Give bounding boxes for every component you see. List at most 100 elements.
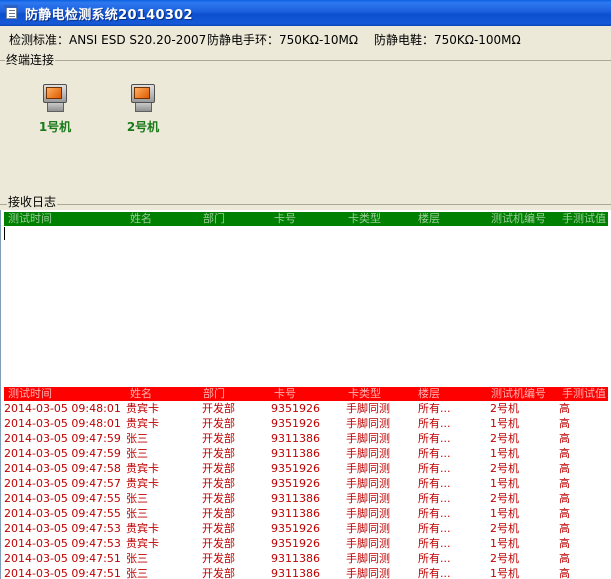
log-cell: 高 — [559, 492, 570, 505]
column-header[interactable]: 卡号 — [270, 212, 344, 226]
log-cell: 开发部 — [202, 432, 235, 445]
log-cell: 9311386 — [271, 492, 320, 505]
log-row[interactable]: 2014-03-05 09:47:53 贵宾卡 开发部 9351926 手脚同测 所有..… — [4, 536, 608, 551]
log-row[interactable]: 2014-03-05 09:47:51 张三 开发部 9311386 手脚同测 所有...… — [4, 551, 608, 566]
column-header[interactable]: 手测试值 — [558, 387, 608, 401]
log-row[interactable]: 2014-03-05 09:47:55 张三 开发部 9311386 手脚同测 所有...… — [4, 506, 608, 521]
column-header[interactable]: 卡号 — [270, 387, 344, 401]
window-title: 防静电检测系统20140302 — [25, 7, 193, 23]
log-cell: 所有... — [418, 462, 451, 475]
log-cell: 张三 — [126, 552, 148, 565]
log-cell: 所有... — [418, 492, 451, 505]
shoe-range-text: 防静电鞋：750KΩ-100MΩ — [374, 32, 521, 47]
log-cell: 9351926 — [271, 522, 320, 535]
log-cell: 9351926 — [271, 477, 320, 490]
log-row[interactable]: 2014-03-05 09:47:57 贵宾卡 开发部 9351926 手脚同测 所有..… — [4, 476, 608, 491]
log-row[interactable]: 2014-03-05 09:47:53 贵宾卡 开发部 9351926 手脚同测 所有..… — [4, 521, 608, 536]
log-cell: 2号机 — [490, 402, 519, 415]
log-group-label: 接收日志 — [7, 195, 58, 209]
column-header[interactable]: 卡类型 — [344, 387, 414, 401]
text-cursor — [4, 227, 5, 240]
column-header[interactable]: 楼层 — [414, 212, 487, 226]
column-header[interactable]: 测试时间 — [4, 387, 126, 401]
log-cell: 张三 — [126, 432, 148, 445]
column-header[interactable]: 测试时间 — [4, 212, 126, 226]
log-cell: 2014-03-05 09:48:01 — [4, 417, 121, 430]
log-cell: 高 — [559, 567, 570, 579]
log-cell: 贵宾卡 — [126, 402, 159, 415]
log-cell: 高 — [559, 447, 570, 460]
log-cell: 1号机 — [490, 477, 519, 490]
log-cell: 9311386 — [271, 507, 320, 520]
log-cell: 手脚同测 — [346, 507, 390, 520]
log-cell: 开发部 — [202, 492, 235, 505]
log-cell: 9351926 — [271, 462, 320, 475]
log-cell: 2014-03-05 09:47:59 — [4, 447, 121, 460]
log-row[interactable]: 2014-03-05 09:47:58 贵宾卡 开发部 9351926 手脚同测 所有..… — [4, 461, 608, 476]
result-log-list[interactable]: 2014-03-05 09:48:01 贵宾卡 开发部 9351926 手脚同测 所有..… — [4, 401, 608, 579]
column-header[interactable]: 部门 — [199, 387, 270, 401]
log-cell: 手脚同测 — [346, 402, 390, 415]
pending-log-header: 测试时间 姓名 部门 卡号 卡类型 楼层 测试机编号 手测试值 — [4, 212, 608, 226]
log-cell: 所有... — [418, 522, 451, 535]
log-cell: 2号机 — [490, 432, 519, 445]
log-cell: 2014-03-05 09:47:51 — [4, 567, 121, 579]
terminal-group: 1号机 2号机 — [0, 60, 611, 192]
log-cell: 2014-03-05 09:47:58 — [4, 462, 121, 475]
log-cell: 1号机 — [490, 537, 519, 550]
log-row[interactable]: 2014-03-05 09:47:59 张三 开发部 9311386 手脚同测 所有...… — [4, 431, 608, 446]
column-header[interactable]: 测试机编号 — [487, 387, 558, 401]
terminal-1[interactable]: 1号机 — [30, 82, 80, 135]
computer-icon — [129, 82, 157, 114]
log-cell: 高 — [559, 522, 570, 535]
log-cell: 开发部 — [202, 477, 235, 490]
log-cell: 手脚同测 — [346, 462, 390, 475]
log-panel[interactable]: 测试时间 姓名 部门 卡号 卡类型 楼层 测试机编号 手测试值 测试时间 姓名 … — [0, 210, 611, 579]
log-cell: 张三 — [126, 567, 148, 579]
log-cell: 贵宾卡 — [126, 462, 159, 475]
log-cell: 开发部 — [202, 462, 235, 475]
result-log-header: 测试时间 姓名 部门 卡号 卡类型 楼层 测试机编号 手测试值 — [4, 387, 608, 401]
log-cell: 2014-03-05 09:47:59 — [4, 432, 121, 445]
app-document-icon[interactable] — [4, 5, 20, 21]
column-header[interactable]: 手测试值 — [558, 212, 608, 226]
column-header[interactable]: 楼层 — [414, 387, 487, 401]
log-cell: 9311386 — [271, 432, 320, 445]
log-cell: 手脚同测 — [346, 522, 390, 535]
column-header[interactable]: 姓名 — [126, 212, 199, 226]
log-cell: 所有... — [418, 417, 451, 430]
log-cell: 1号机 — [490, 447, 519, 460]
standards-info-bar: 检测标准：ANSI ESD S20.20-2007 防静电手环：750KΩ-10… — [0, 28, 611, 50]
log-cell: 高 — [559, 432, 570, 445]
log-cell: 所有... — [418, 537, 451, 550]
terminal-2-label: 2号机 — [126, 120, 160, 134]
log-cell: 手脚同测 — [346, 477, 390, 490]
column-header[interactable]: 部门 — [199, 212, 270, 226]
log-cell: 1号机 — [490, 507, 519, 520]
computer-icon — [41, 82, 69, 114]
log-cell: 手脚同测 — [346, 552, 390, 565]
column-header[interactable]: 姓名 — [126, 387, 199, 401]
log-cell: 贵宾卡 — [126, 522, 159, 535]
column-header[interactable]: 卡类型 — [344, 212, 414, 226]
log-cell: 9311386 — [271, 552, 320, 565]
log-cell: 高 — [559, 462, 570, 475]
log-cell: 9311386 — [271, 567, 320, 579]
log-cell: 开发部 — [202, 552, 235, 565]
log-cell: 9311386 — [271, 447, 320, 460]
title-bar[interactable]: 防静电检测系统20140302 — [0, 0, 611, 26]
log-cell: 张三 — [126, 507, 148, 520]
log-row[interactable]: 2014-03-05 09:47:55 张三 开发部 9311386 手脚同测 所有...… — [4, 491, 608, 506]
log-row[interactable]: 2014-03-05 09:47:51 张三 开发部 9311386 手脚同测 所有...… — [4, 566, 608, 579]
log-row[interactable]: 2014-03-05 09:48:01 贵宾卡 开发部 9351926 手脚同测 所有..… — [4, 416, 608, 431]
log-row[interactable]: 2014-03-05 09:47:59 张三 开发部 9311386 手脚同测 所有...… — [4, 446, 608, 461]
log-cell: 9351926 — [271, 537, 320, 550]
column-header[interactable]: 测试机编号 — [487, 212, 558, 226]
log-cell: 2014-03-05 09:48:01 — [4, 402, 121, 415]
log-cell: 2号机 — [490, 492, 519, 505]
log-row[interactable]: 2014-03-05 09:48:01 贵宾卡 开发部 9351926 手脚同测 所有..… — [4, 401, 608, 416]
log-cell: 手脚同测 — [346, 417, 390, 430]
log-cell: 2014-03-05 09:47:55 — [4, 507, 121, 520]
terminal-2[interactable]: 2号机 — [118, 82, 168, 135]
log-cell: 2号机 — [490, 462, 519, 475]
